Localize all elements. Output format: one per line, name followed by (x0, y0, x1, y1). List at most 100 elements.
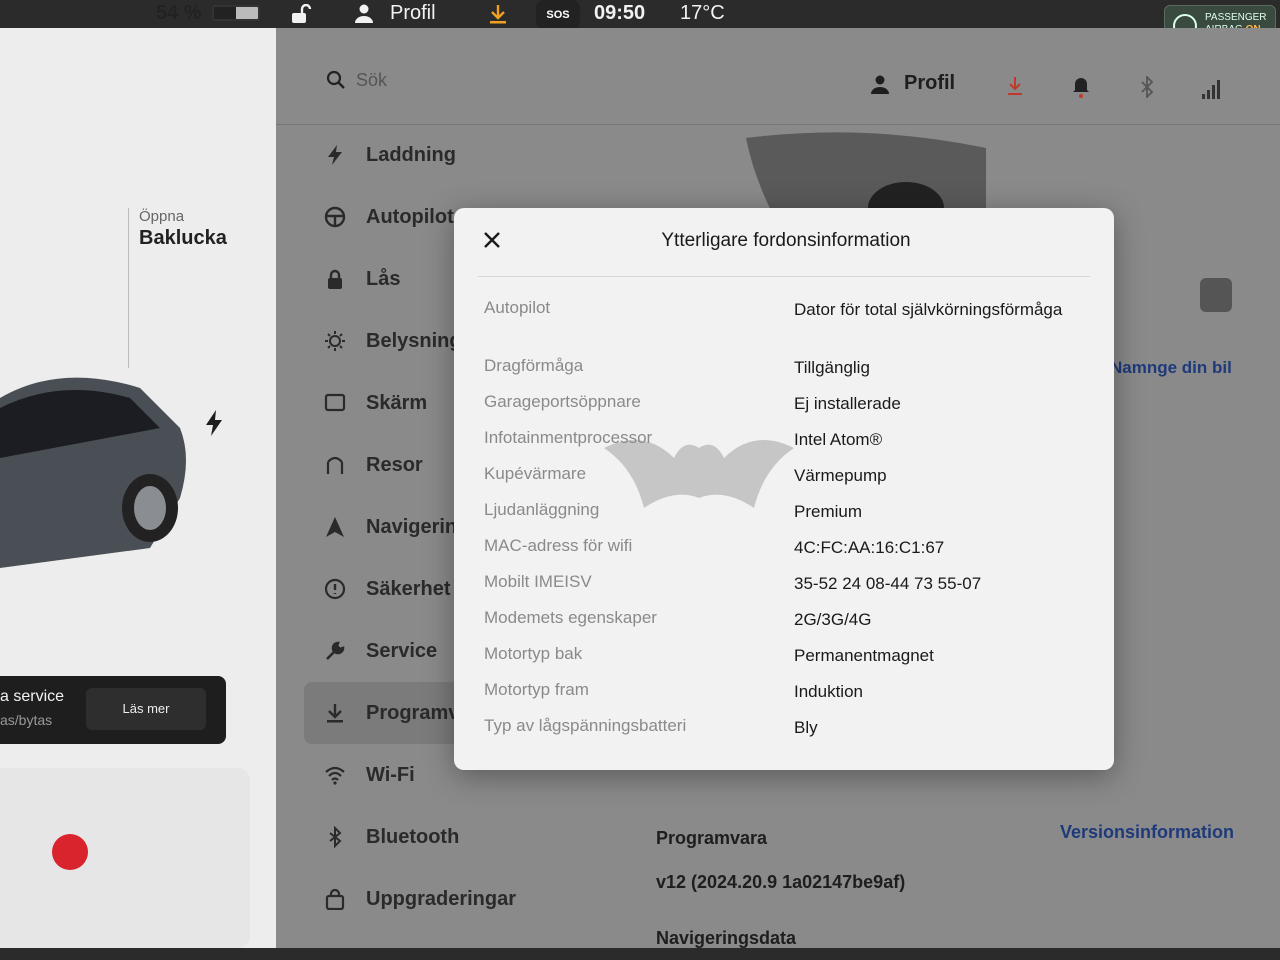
upgrade-bag-icon (325, 888, 345, 910)
navigation-icon (326, 517, 344, 537)
nav-item-autopilot[interactable]: Autopilot (304, 186, 474, 248)
info-value: 2G/3G/4G (794, 610, 872, 629)
nav-label: Bluetooth (366, 825, 460, 848)
search-icon (326, 70, 345, 89)
nav-label: Service (366, 639, 438, 662)
info-row: Autopilot Dator för total självkörningsf… (484, 298, 1084, 356)
nav-item-safety[interactable]: Säkerhet (304, 558, 474, 620)
profile-icon (871, 75, 889, 94)
service-notice-card: a service as/bytas Läs mer (0, 676, 226, 744)
version-info-link[interactable]: Versionsinformation (1060, 822, 1234, 843)
open-label: Öppna (139, 208, 185, 225)
light-icon (325, 331, 345, 351)
battery-icon (212, 5, 260, 21)
info-row: Garageportsöppnare Ej installerade (484, 392, 1084, 428)
nav-label: Laddning (366, 143, 456, 166)
sos-button[interactable]: SOS (536, 0, 580, 30)
nav-label: Resor (366, 453, 423, 476)
bluetooth-icon (329, 826, 342, 848)
navigation-data-label: Navigeringsdata (656, 928, 797, 948)
info-value: Värmepump (794, 466, 887, 485)
display-icon (324, 393, 346, 412)
seatbelt-warning-icon (52, 834, 88, 870)
nav-item-locks[interactable]: Lås (304, 248, 474, 310)
steering-wheel-icon (324, 206, 346, 228)
info-row: Motortyp fram Induktion (484, 680, 1084, 716)
info-row: Kupévärmare Värmepump (484, 464, 1084, 500)
info-label: Typ av lågspänningsbatteri (484, 716, 687, 735)
info-label: Motortyp bak (484, 644, 583, 663)
nav-label: Lås (366, 267, 401, 290)
info-row: Typ av lågspänningsbatteri Bly (484, 716, 1084, 752)
info-row: Motortyp bak Permanentmagnet (484, 644, 1084, 680)
info-label: Mobilt IMEISV (484, 572, 592, 591)
info-value: Permanentmagnet (794, 646, 934, 665)
info-label: Ljudanläggning (484, 500, 600, 519)
glovebox-icon[interactable] (1200, 278, 1232, 312)
service-subtitle: as/bytas (0, 712, 53, 728)
info-value: Ej installerade (794, 394, 901, 413)
info-value: Intel Atom® (794, 430, 883, 449)
nav-label: Uppgraderingar (366, 887, 517, 910)
notification-bell-icon[interactable] (1072, 76, 1090, 98)
bluetooth-icon[interactable] (1140, 76, 1154, 98)
nav-item-wifi[interactable]: Wi-Fi (304, 744, 474, 806)
download-icon[interactable] (488, 3, 508, 25)
nav-label: Belysning (366, 329, 462, 352)
airbag-title: PASSENGER (1205, 12, 1267, 23)
service-title: a service (0, 688, 65, 705)
info-value: Premium (794, 502, 863, 521)
charging-bolt-icon[interactable] (204, 410, 224, 436)
battery-percentage: 54 % (156, 2, 202, 24)
nav-item-charging[interactable]: Laddning (304, 124, 474, 186)
open-trunk-button[interactable]: Öppna Baklucka (128, 208, 258, 368)
info-value: Induktion (794, 682, 863, 701)
status-bar: 54 % Profil SOS 09:50 17°C PASSENGER AIR… (0, 0, 1280, 45)
outside-temperature: 17°C (680, 2, 725, 24)
download-icon (327, 704, 343, 723)
lock-icon (328, 269, 342, 289)
nav-label: Skärm (366, 391, 428, 414)
nav-item-trips[interactable]: Resor (304, 434, 474, 496)
car-image (0, 377, 186, 568)
info-row: MAC-adress för wifi 4C:FC:AA:16:C1:67 (484, 536, 1084, 572)
info-label: Garageportsöppnare (484, 392, 641, 411)
info-label: Modemets egenskaper (484, 608, 657, 627)
wrench-icon (326, 641, 345, 660)
nav-item-upgrades[interactable]: Uppgraderingar (304, 868, 516, 930)
nav-label: Autopilot (366, 205, 454, 228)
info-label: Motortyp fram (484, 680, 589, 699)
info-value: 4C:FC:AA:16:C1:67 (794, 538, 945, 557)
info-label: Kupévärmare (484, 464, 587, 483)
download-icon[interactable] (1006, 76, 1024, 96)
car-panel: Öppna Baklucka a service as/bytas Läs me… (0, 28, 276, 948)
trunk-label: Baklucka (139, 227, 227, 249)
nav-item-navigation[interactable]: Navigering (304, 496, 474, 558)
clock: 09:50 (594, 2, 646, 24)
nav-label: Säkerhet (366, 577, 451, 600)
info-row: Mobilt IMEISV 35-52 24 08-44 73 55-07 (484, 572, 1084, 608)
vehicle-info-modal: Ytterligare fordonsinformation Autopilot… (454, 208, 1114, 770)
info-label: Dragförmåga (484, 356, 584, 375)
nav-label: Wi-Fi (366, 763, 415, 786)
nav-item-service[interactable]: Service (304, 620, 474, 682)
software-label: Programvara (656, 828, 768, 848)
search-input[interactable] (356, 64, 656, 96)
info-row: Ljudanläggning Premium (484, 500, 1084, 536)
info-label: Autopilot (484, 298, 551, 317)
info-label: Infotainmentprocessor (484, 428, 653, 447)
statusbar-profile[interactable]: Profil (390, 2, 436, 25)
unlocked-icon[interactable] (290, 4, 312, 24)
read-more-button[interactable]: Läs mer (86, 688, 206, 730)
info-row: Infotainmentprocessor Intel Atom® (484, 428, 1084, 464)
nav-item-lights[interactable]: Belysning (304, 310, 474, 372)
profile-icon (355, 4, 373, 23)
bolt-icon (328, 145, 342, 165)
name-car-link[interactable]: Namnge din bil (1110, 358, 1232, 378)
nav-item-software[interactable]: Programvara (304, 682, 489, 744)
nav-item-bluetooth[interactable]: Bluetooth (304, 806, 474, 868)
seat-map (0, 768, 250, 948)
profile-button[interactable]: Profil (904, 72, 955, 95)
info-value: Tillgänglig (794, 358, 870, 377)
nav-item-display[interactable]: Skärm (304, 372, 474, 434)
